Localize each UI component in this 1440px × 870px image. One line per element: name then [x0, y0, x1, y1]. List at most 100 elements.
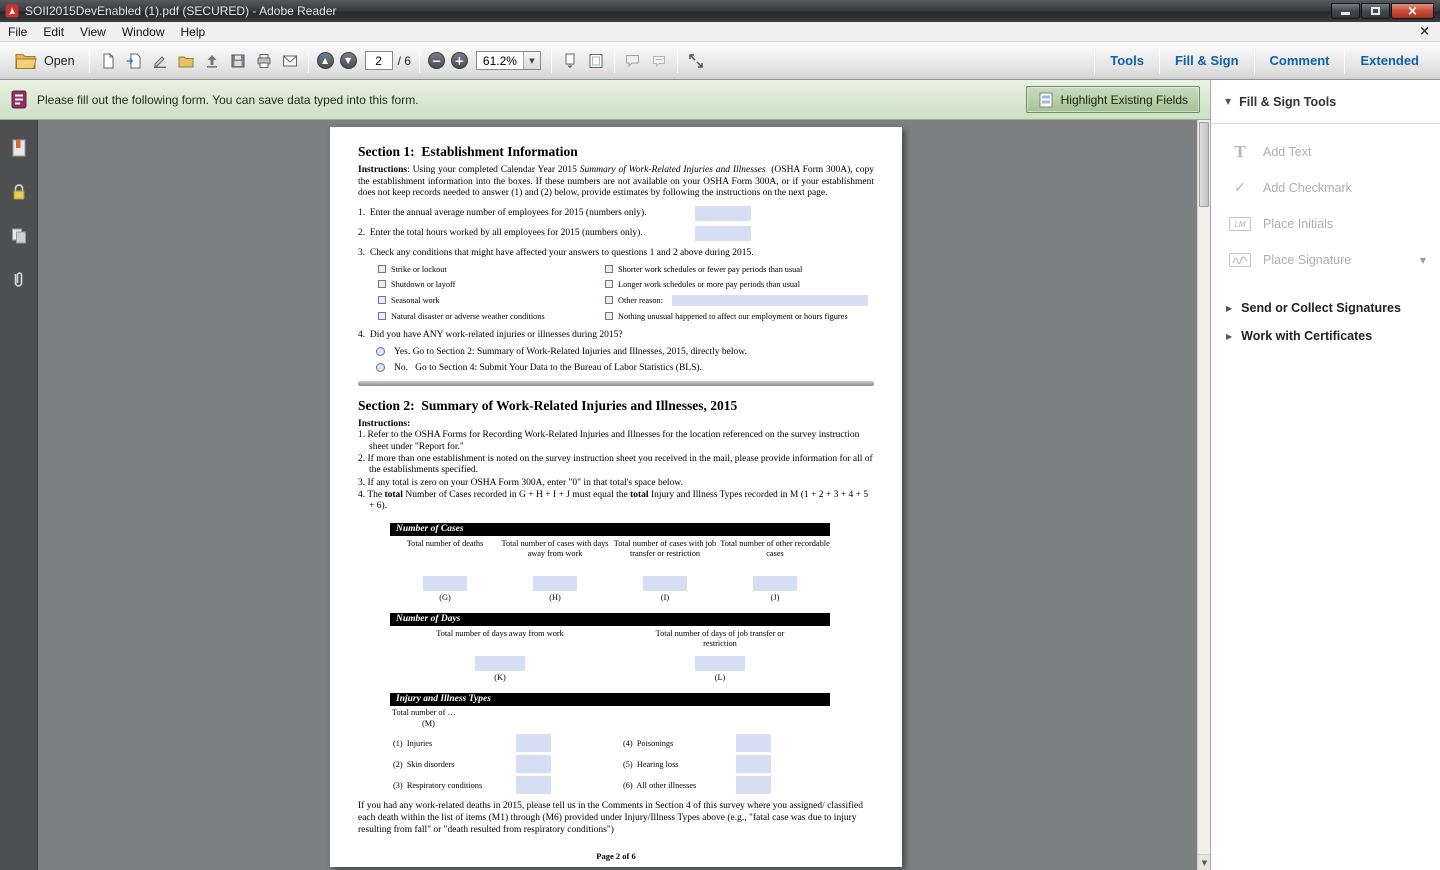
comment-panel-button[interactable]: Comment [1255, 53, 1345, 68]
attachments-icon[interactable] [7, 268, 31, 292]
strike-lockout-checkbox[interactable] [378, 265, 386, 273]
shutdown-layoff-checkbox[interactable] [378, 280, 386, 288]
total-hours-field[interactable] [695, 226, 751, 241]
zoom-out-button[interactable]: − [428, 52, 445, 69]
instruction-item: 2. If more than one establishment is not… [358, 454, 874, 477]
previous-page-button[interactable]: ▲ [317, 52, 334, 69]
toolbar-separator [614, 48, 615, 73]
instruction-item: 3. If any total is zero on your OSHA For… [358, 478, 874, 489]
shorter-schedules-checkbox[interactable] [605, 265, 613, 273]
hearing-loss-field[interactable] [736, 755, 771, 773]
share-folder-icon[interactable] [173, 48, 199, 73]
send-collect-signatures-section[interactable]: ▶ Send or Collect Signatures [1211, 294, 1440, 322]
menubar-close-icon[interactable]: × [1419, 24, 1430, 39]
days-away-cases-field[interactable] [533, 576, 577, 591]
sign-pen-icon[interactable] [147, 48, 173, 73]
highlight-fields-icon [1038, 92, 1054, 108]
answer-yes-row: Yes. Go to Section 2: Summary of Work-Re… [376, 347, 874, 357]
fill-sign-panel-button[interactable]: Fill & Sign [1160, 53, 1254, 68]
transfer-days-total-field[interactable] [695, 656, 745, 671]
scrolling-mode-icon[interactable] [557, 48, 583, 73]
respiratory-conditions-field[interactable] [516, 776, 551, 794]
toolbar-separator [308, 48, 309, 73]
minimize-button[interactable] [1331, 3, 1360, 19]
injuries-field[interactable] [516, 734, 551, 752]
natural-disaster-checkbox[interactable] [378, 312, 386, 320]
zoom-level-input[interactable] [477, 52, 523, 69]
security-settings-icon[interactable] [7, 180, 31, 204]
zoom-in-button[interactable]: + [451, 52, 468, 69]
no-radio-button[interactable] [376, 363, 385, 372]
add-checkmark-tool[interactable]: ✓ Add Checkmark [1211, 170, 1440, 206]
page-thumbnails-icon[interactable] [7, 224, 31, 248]
menu-window[interactable]: Window [114, 24, 173, 40]
checkbox-row: Longer work schedules or more pay period… [605, 280, 874, 289]
number-of-cases-grid: Total number of deaths (G) Total number … [390, 536, 830, 604]
checkbox-row: Natural disaster or adverse weather cond… [378, 312, 605, 321]
question-3-text: 3. Check any conditions that might have … [358, 248, 874, 258]
save-as-icon[interactable] [95, 48, 121, 73]
form-message-bar: Please fill out the following form. You … [0, 80, 1210, 120]
cases-column: Total number of deaths (G) [390, 536, 500, 604]
yes-radio-button[interactable] [376, 347, 385, 356]
vertical-scrollbar[interactable]: ▼ [1197, 120, 1210, 870]
next-page-button[interactable]: ▼ [340, 52, 357, 69]
question-1-row: 1. Enter the annual average number of em… [358, 208, 874, 223]
cases-column: Total number of cases with job transfer … [610, 536, 720, 604]
bookmarks-icon[interactable] [7, 136, 31, 160]
skin-disorders-field[interactable] [516, 755, 551, 773]
seasonal-work-checkbox[interactable] [378, 296, 386, 304]
highlight-text-icon[interactable] [646, 48, 672, 73]
close-button[interactable]: × [1391, 3, 1434, 19]
fullscreen-icon[interactable] [683, 48, 709, 73]
page-total-label: / 6 [398, 54, 411, 68]
highlight-existing-fields-button[interactable]: Highlight Existing Fields [1026, 86, 1200, 113]
poisonings-field[interactable] [736, 734, 771, 752]
signature-dropdown-icon[interactable]: ▼ [1420, 256, 1426, 265]
toolbar-separator [419, 48, 420, 73]
injury-illness-types-header: Injury and Illness Types [390, 693, 830, 706]
page-footer: Page 2 of 6 [330, 851, 902, 861]
menu-help[interactable]: Help [173, 24, 214, 40]
extended-panel-button[interactable]: Extended [1345, 53, 1434, 68]
employees-count-field[interactable] [695, 206, 751, 221]
other-recordable-cases-field[interactable] [753, 576, 797, 591]
place-initials-tool[interactable]: LM Place Initials [1211, 206, 1440, 242]
deaths-count-field[interactable] [423, 576, 467, 591]
maximize-button[interactable] [1361, 3, 1390, 19]
other-reason-field[interactable] [672, 295, 868, 306]
tools-panel-button[interactable]: Tools [1095, 53, 1159, 68]
menu-edit[interactable]: Edit [35, 24, 72, 40]
zoom-dropdown-button[interactable]: ▼ [523, 52, 540, 69]
number-of-days-header: Number of Days [390, 613, 830, 626]
sticky-note-icon[interactable] [620, 48, 646, 73]
fill-sign-tools-header[interactable]: ▼ Fill & Sign Tools [1211, 80, 1440, 124]
page-number-input[interactable] [365, 51, 393, 70]
section1-instructions: Instructions: Using your completed Calen… [358, 165, 874, 200]
menu-view[interactable]: View [72, 24, 114, 40]
export-icon[interactable] [121, 48, 147, 73]
scrollbar-thumb[interactable] [1199, 122, 1209, 207]
upload-icon[interactable] [199, 48, 225, 73]
section2-instructions: Instructions: 1. Refer to the OSHA Forms… [358, 419, 874, 513]
work-with-certificates-section[interactable]: ▶ Work with Certificates [1211, 322, 1440, 350]
checkbox-row: Shorter work schedules or fewer pay peri… [605, 265, 874, 274]
fill-sign-tools-list: T Add Text ✓ Add Checkmark LM Place Init… [1211, 124, 1440, 294]
menu-file[interactable]: File [0, 24, 35, 40]
all-other-illnesses-field[interactable] [736, 776, 771, 794]
days-away-total-field[interactable] [475, 656, 525, 671]
job-transfer-cases-field[interactable] [643, 576, 687, 591]
longer-schedules-checkbox[interactable] [605, 280, 613, 288]
save-icon[interactable] [225, 48, 251, 73]
fit-page-icon[interactable] [583, 48, 609, 73]
open-button[interactable]: Open [6, 49, 84, 72]
other-reason-checkbox[interactable] [605, 296, 613, 304]
conditions-checkbox-grid: Strike or lockout Shorter work schedules… [378, 265, 874, 321]
question-2-row: 2. Enter the total hours worked by all e… [358, 228, 874, 243]
email-icon[interactable] [277, 48, 303, 73]
document-area: Section 1: Establishment Information Ins… [0, 120, 1197, 870]
print-icon[interactable] [251, 48, 277, 73]
add-text-tool[interactable]: T Add Text [1211, 134, 1440, 170]
place-signature-tool[interactable]: Place Signature ▼ [1211, 242, 1440, 278]
nothing-unusual-checkbox[interactable] [605, 312, 613, 320]
